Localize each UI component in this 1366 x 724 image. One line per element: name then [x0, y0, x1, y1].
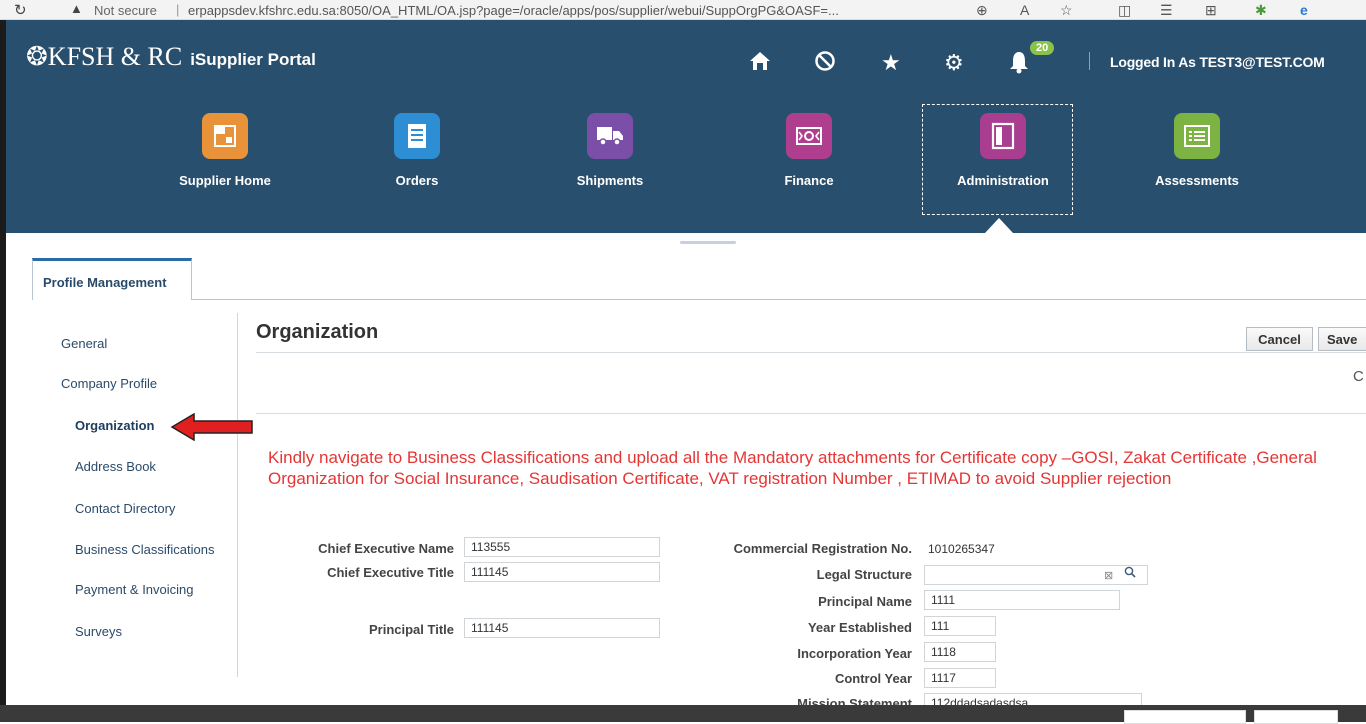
edge-icon[interactable]: e: [1300, 2, 1308, 18]
home-icon[interactable]: [749, 50, 771, 78]
legal-structure-field[interactable]: [924, 565, 1148, 585]
portal-name: iSupplier Portal: [190, 50, 316, 69]
nav-shipments[interactable]: Shipments: [535, 113, 685, 188]
extension-icon[interactable]: ✱: [1255, 2, 1267, 19]
year-established-label: Year Established: [807, 620, 912, 635]
gear-icon[interactable]: ⚙: [944, 50, 964, 76]
logged-in-user[interactable]: Logged In As TEST3@TEST.COM: [1110, 54, 1325, 70]
tab-profile-management[interactable]: Profile Management: [32, 258, 192, 300]
sidebar-item-contact-directory[interactable]: Contact Directory: [75, 501, 175, 516]
read-aloud-icon[interactable]: A: [1020, 2, 1029, 18]
org-name: KFSH & RC: [47, 42, 183, 71]
save-button[interactable]: Save: [1318, 327, 1366, 351]
cancel-button[interactable]: Cancel: [1246, 327, 1313, 351]
document-icon: [394, 113, 440, 159]
sidebar-item-payment-invoicing[interactable]: Payment & Invoicing: [75, 582, 194, 597]
ceo-title-field[interactable]: 111145: [464, 562, 660, 582]
sidebar-item-general[interactable]: General: [61, 336, 107, 351]
nav-assessments[interactable]: Assessments: [1122, 113, 1272, 188]
star-icon[interactable]: ★: [881, 50, 901, 76]
incorporation-year-field[interactable]: 1118: [924, 642, 996, 662]
nav-label: Orders: [395, 173, 439, 188]
sidebar-item-company-profile[interactable]: Company Profile: [61, 376, 157, 391]
control-year-field[interactable]: 1117: [924, 668, 996, 688]
control-year-label: Control Year: [834, 671, 912, 686]
incorporation-year-label: Incorporation Year: [797, 646, 912, 661]
sidebar-item-surveys[interactable]: Surveys: [75, 624, 122, 639]
principal-name-field[interactable]: 1111: [924, 590, 1120, 610]
active-nav-focus-outline: [922, 104, 1073, 215]
zoom-icon[interactable]: ⊕: [976, 2, 988, 19]
ceo-title-label: Chief Executive Title: [327, 565, 454, 580]
split-screen-icon[interactable]: ◫: [1118, 2, 1131, 19]
bell-icon[interactable]: [1008, 50, 1030, 80]
clear-icon[interactable]: ⊠: [1104, 569, 1113, 582]
ceo-name-field[interactable]: 113555: [464, 537, 660, 557]
ceo-name-label: Chief Executive Name: [318, 541, 454, 556]
bottom-overlay-bar: [0, 705, 1366, 724]
mandatory-attachments-notice: Kindly navigate to Business Classificati…: [268, 448, 1317, 488]
logo-emblem-icon: ❂: [26, 42, 48, 71]
collections-icon[interactable]: ⊞: [1205, 2, 1217, 19]
no-entry-icon[interactable]: [814, 50, 836, 78]
favorite-icon[interactable]: ☆: [1060, 2, 1073, 19]
list-icon: [1174, 113, 1220, 159]
address-separator: |: [176, 2, 180, 17]
truck-icon: [587, 113, 633, 159]
principal-title-field[interactable]: 111145: [464, 618, 660, 638]
warning-icon[interactable]: ▲: [70, 1, 83, 16]
nav-finance[interactable]: Finance: [734, 113, 884, 188]
portal-logo[interactable]: ❂KFSH & RC iSupplier Portal: [26, 42, 316, 72]
nav-label: Assessments: [1155, 173, 1239, 188]
money-icon: [786, 113, 832, 159]
portal-header: ❂KFSH & RC iSupplier Portal ★ ⚙ 20 Logged…: [6, 20, 1366, 233]
principal-title-label: Principal Title: [368, 622, 454, 637]
browser-address-bar: ↻ ▲ Not secure | erpappsdev.kfshrc.edu.s…: [0, 0, 1366, 20]
commercial-registration-label: Commercial Registration No.: [733, 541, 912, 556]
nav-label: Finance: [784, 173, 834, 188]
not-secure-label[interactable]: Not secure: [94, 3, 157, 18]
notification-badge[interactable]: 20: [1030, 41, 1055, 55]
year-established-field[interactable]: 111: [924, 616, 996, 636]
reload-icon[interactable]: ↻: [14, 1, 27, 19]
url-field[interactable]: erpappsdev.kfshrc.edu.sa:8050/OA_HTML/OA…: [188, 3, 839, 18]
search-icon[interactable]: [1124, 566, 1136, 581]
clipped-icon: C: [1353, 368, 1364, 385]
principal-name-label: Principal Name: [818, 594, 912, 609]
nav-orders[interactable]: Orders: [342, 113, 492, 188]
page-title: Organization: [256, 321, 379, 343]
active-nav-pointer: [985, 218, 1013, 233]
drag-handle[interactable]: [680, 241, 736, 244]
nav-supplier-home[interactable]: Supplier Home: [150, 113, 300, 188]
favorites-list-icon[interactable]: ☰: [1160, 2, 1173, 19]
nav-label: Shipments: [576, 173, 644, 188]
nav-label: Supplier Home: [179, 173, 271, 188]
sidebar-item-organization[interactable]: Organization: [75, 418, 154, 433]
section-divider: [256, 413, 1366, 414]
box-icon: [202, 113, 248, 159]
red-arrow-icon: [170, 412, 254, 446]
tab-bar: Profile Management: [32, 258, 192, 300]
sidebar-item-address-book[interactable]: Address Book: [75, 459, 156, 474]
commercial-registration-value: 1010265347: [928, 542, 995, 556]
sidebar-divider: [237, 313, 238, 677]
sidebar-item-business-classifications[interactable]: Business Classifications: [75, 542, 214, 557]
tab-underline: [192, 299, 1366, 300]
header-divider: [1089, 52, 1090, 70]
legal-structure-label: Legal Structure: [816, 567, 912, 582]
title-divider: [256, 352, 1366, 353]
